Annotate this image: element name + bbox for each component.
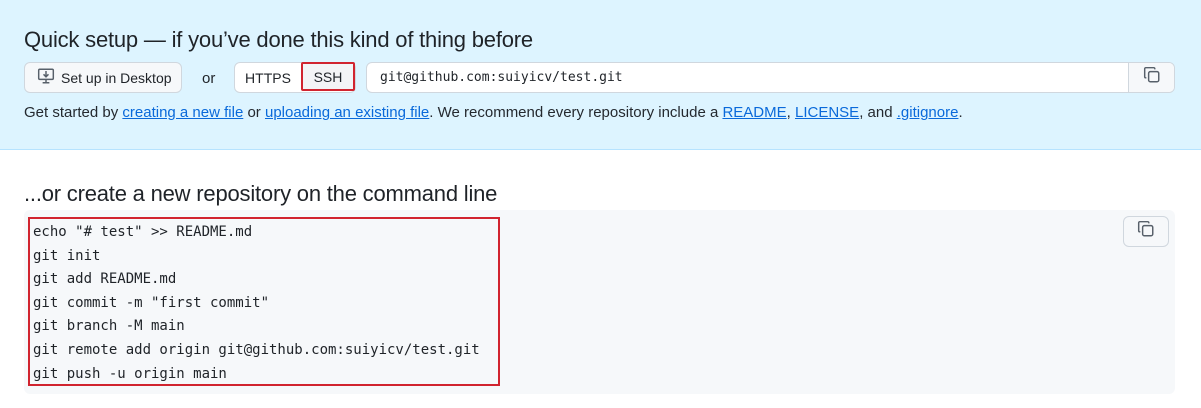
clone-url-box: [366, 62, 1175, 93]
code-line: git commit -m "first commit": [33, 294, 270, 311]
copy-icon: [1143, 66, 1161, 89]
copy-commands-button[interactable]: [1123, 216, 1169, 247]
upload-existing-file-link[interactable]: uploading an existing file: [265, 104, 429, 121]
get-started-middle: . We recommend every repository include …: [429, 104, 723, 121]
clone-url-input[interactable]: [367, 63, 1128, 92]
quick-setup-panel: Quick setup — if you’ve done this kind o…: [0, 0, 1201, 150]
get-started-prefix: Get started by: [24, 104, 123, 121]
get-started-comma: ,: [786, 104, 795, 121]
setup-in-desktop-label: Set up in Desktop: [61, 69, 172, 86]
https-button[interactable]: HTTPS: [235, 63, 301, 92]
gitignore-link[interactable]: .gitignore: [897, 104, 959, 121]
desktop-download-icon: [37, 67, 55, 88]
get-started-or: or: [243, 104, 265, 121]
code-line: git init: [33, 247, 101, 264]
setup-in-desktop-button[interactable]: Set up in Desktop: [24, 62, 182, 93]
get-started-and: , and: [859, 104, 897, 121]
protocol-toggle: HTTPS SSH: [234, 62, 356, 93]
license-link[interactable]: LICENSE: [795, 104, 859, 121]
command-lines: echo "# test" >> README.md git init git ad…: [33, 221, 480, 386]
or-label: or: [202, 70, 216, 87]
creating-new-file-link[interactable]: creating a new file: [122, 104, 243, 121]
get-started-text: Get started by creating a new file or up…: [24, 104, 963, 121]
code-line: git push -u origin main: [33, 365, 227, 382]
quick-setup-title: Quick setup — if you’ve done this kind o…: [24, 27, 533, 52]
ssh-button[interactable]: SSH: [301, 62, 355, 91]
code-line: git add README.md: [33, 271, 177, 288]
copy-url-button[interactable]: [1128, 63, 1174, 92]
command-line-title: ...or create a new repository on the com…: [24, 181, 498, 206]
code-line: git branch -M main: [33, 318, 185, 335]
code-line: git remote add origin git@github.com:sui…: [33, 341, 480, 358]
code-line: echo "# test" >> README.md: [33, 224, 253, 240]
get-started-suffix: .: [958, 104, 963, 121]
readme-link[interactable]: README: [722, 104, 786, 121]
copy-icon: [1137, 220, 1155, 243]
